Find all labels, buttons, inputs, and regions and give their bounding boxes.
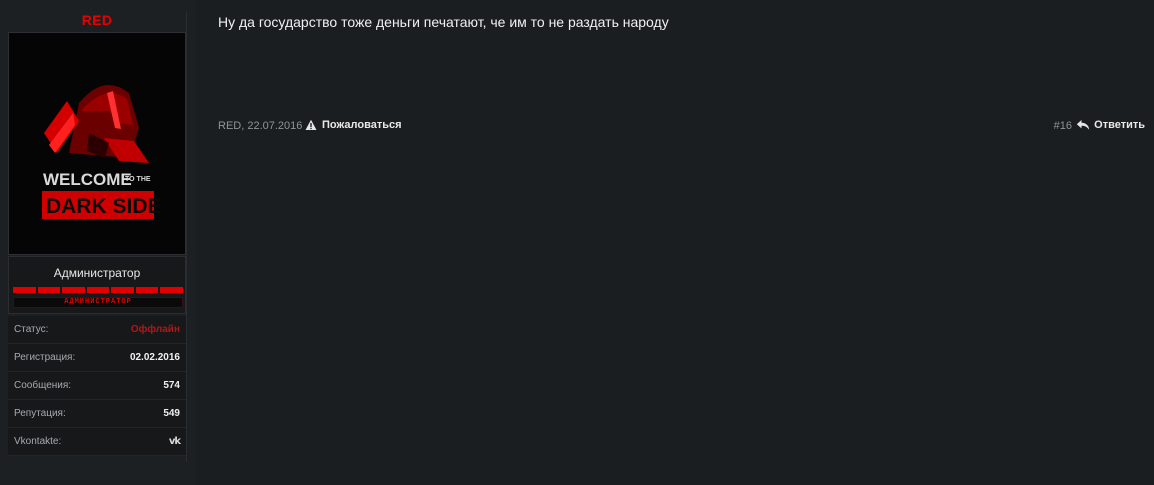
- avatar-dark-side-text: DARK SIDE: [46, 195, 162, 218]
- info-row-reputation: Репутация: 549: [8, 400, 186, 428]
- rank-bar-segment: [86, 287, 110, 293]
- user-info-list: Статус: Оффлайн Регистрация: 02.02.2016 …: [8, 316, 186, 456]
- user-title: Администратор: [53, 266, 141, 280]
- rank-bars: [13, 287, 184, 293]
- report-button[interactable]: Пожаловаться: [305, 119, 402, 131]
- post-footer: RED, 22.07.2016 Пожаловаться #16 Ответит…: [218, 119, 1145, 136]
- avatar-welcome-text: WELCOME: [43, 170, 132, 189]
- reply-label: Ответить: [1094, 119, 1145, 131]
- messages-label: Сообщения:: [14, 380, 72, 391]
- rank-bar-segment: [135, 287, 159, 293]
- user-sidebar: RED WELCOME TO THE DARK SIDE Администрат…: [0, 0, 196, 485]
- rank-bar-segment: [37, 287, 61, 293]
- column-divider: [186, 12, 187, 462]
- status-label: Статус:: [14, 324, 49, 335]
- registration-value: 02.02.2016: [129, 352, 180, 363]
- info-row-status: Статус: Оффлайн: [8, 316, 186, 344]
- status-value: Оффлайн: [130, 324, 180, 335]
- rank-bar-segment: [111, 287, 134, 293]
- user-title-box: Администратор АДМИНИСТРАТОР: [8, 256, 186, 314]
- post-message-text: Ну да государство тоже деньги печатают, …: [218, 14, 669, 30]
- vkontakte-label: Vkontakte:: [14, 436, 62, 447]
- rank-bar-segment: [13, 287, 36, 293]
- avatar[interactable]: WELCOME TO THE DARK SIDE: [8, 32, 186, 255]
- info-row-registration: Регистрация: 02.02.2016: [8, 344, 186, 372]
- info-row-vkontakte: Vkontakte: vk: [8, 428, 186, 456]
- reply-button[interactable]: Ответить: [1076, 119, 1145, 131]
- username-link[interactable]: RED: [8, 12, 186, 28]
- reputation-label: Репутация:: [14, 408, 66, 419]
- rank-bar-segment: [160, 287, 184, 293]
- vk-icon[interactable]: vk: [169, 436, 181, 447]
- post-number[interactable]: #16: [1054, 120, 1072, 132]
- post-author-date[interactable]: RED, 22.07.2016: [218, 120, 302, 132]
- rank-bar-segment: [62, 287, 85, 293]
- registration-label: Регистрация:: [14, 352, 76, 363]
- forum-post: RED WELCOME TO THE DARK SIDE Администрат…: [0, 0, 1154, 485]
- reputation-value: 549: [163, 408, 180, 419]
- avatar-image: WELCOME TO THE DARK SIDE: [9, 33, 185, 254]
- rank-banner: АДМИНИСТРАТОР: [13, 297, 183, 308]
- avatar-to-the-text: TO THE: [125, 176, 151, 183]
- warning-triangle-icon: [305, 119, 317, 130]
- report-label: Пожаловаться: [322, 119, 402, 131]
- reply-arrow-icon: [1076, 120, 1090, 130]
- messages-value: 574: [163, 380, 180, 391]
- info-row-messages: Сообщения: 574: [8, 372, 186, 400]
